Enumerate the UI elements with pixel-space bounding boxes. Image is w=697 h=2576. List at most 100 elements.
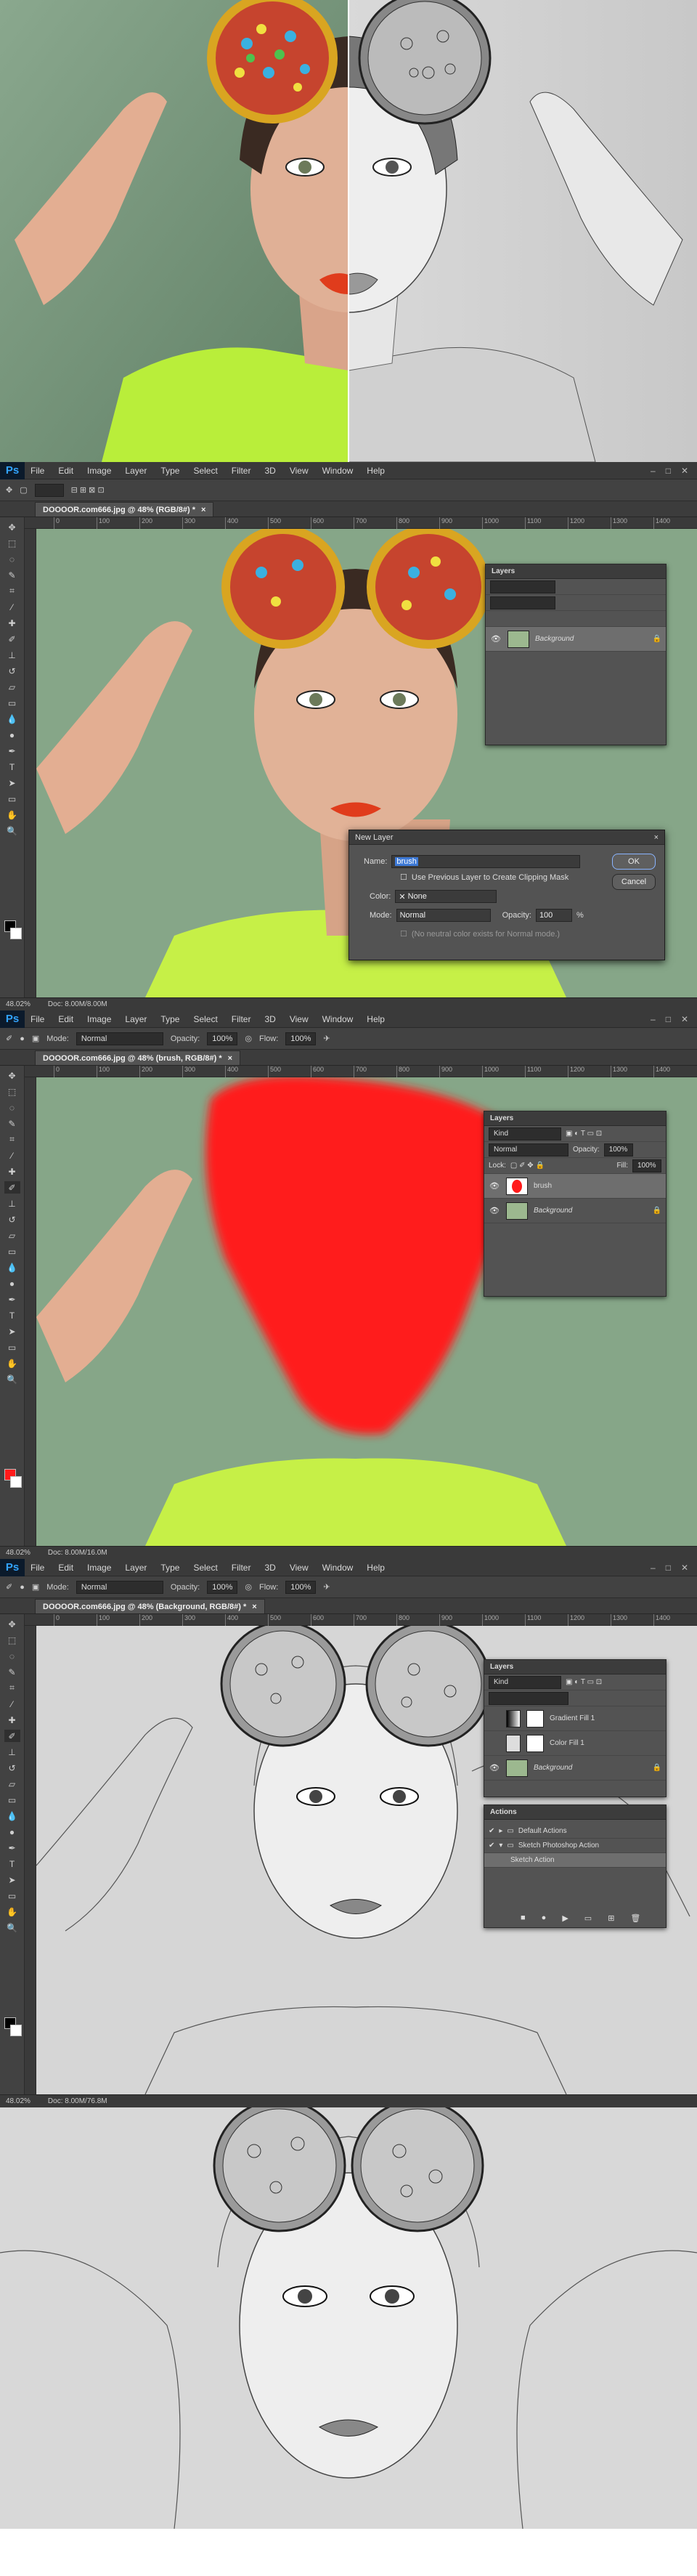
eraser-icon[interactable]: ▱ bbox=[4, 1229, 20, 1242]
eyedropper-icon[interactable]: ⁄ bbox=[4, 1149, 20, 1162]
menu-file[interactable]: File bbox=[30, 466, 44, 476]
zoom-tool-icon[interactable]: 🔍 bbox=[4, 1921, 20, 1934]
layer-row-gradient-fill[interactable]: Gradient Fill 1 bbox=[484, 1706, 666, 1731]
menu-image[interactable]: Image bbox=[87, 1563, 111, 1573]
quick-select-icon[interactable]: ✎ bbox=[4, 569, 20, 581]
blur-icon[interactable]: 💧 bbox=[4, 1810, 20, 1822]
gradient-icon[interactable]: ▭ bbox=[4, 1794, 20, 1806]
pressure-opacity-icon[interactable]: ◎ bbox=[245, 1034, 252, 1043]
menu-type[interactable]: Type bbox=[160, 1563, 179, 1573]
eyedropper-icon[interactable]: ⁄ bbox=[4, 1698, 20, 1710]
action-sketch[interactable]: Sketch Action bbox=[484, 1853, 666, 1868]
opacity-field[interactable]: 100% bbox=[207, 1032, 238, 1045]
flow-field[interactable]: 100% bbox=[285, 1032, 317, 1045]
menu-image[interactable]: Image bbox=[87, 466, 111, 476]
menu-file[interactable]: File bbox=[30, 1563, 44, 1573]
layer-row-background[interactable]: 👁 Background 🔒 bbox=[484, 1756, 666, 1781]
menu-filter[interactable]: Filter bbox=[232, 466, 251, 476]
quick-select-icon[interactable]: ✎ bbox=[4, 1666, 20, 1678]
gradient-icon[interactable]: ▭ bbox=[4, 697, 20, 709]
stop-icon[interactable]: ■ bbox=[521, 1913, 526, 1923]
lasso-tool-icon[interactable]: ◌ bbox=[4, 553, 20, 565]
dodge-icon[interactable]: ● bbox=[4, 1277, 20, 1289]
auto-select-checkbox[interactable]: ▢ bbox=[20, 485, 27, 495]
tab-close-icon[interactable]: × bbox=[228, 1054, 232, 1063]
menu-image[interactable]: Image bbox=[87, 1014, 111, 1024]
hand-tool-icon[interactable]: ✋ bbox=[4, 809, 20, 821]
document-tab[interactable]: DOOOOR.com666.jpg @ 48% (Background, RGB… bbox=[35, 1599, 265, 1613]
crop-tool-icon[interactable]: ⌗ bbox=[4, 1682, 20, 1694]
expand-arrow-icon[interactable]: ▾ bbox=[499, 1842, 502, 1850]
history-brush-icon[interactable]: ↺ bbox=[4, 1762, 20, 1774]
align-icons[interactable]: ⊟ ⊞ ⊠ ⊡ bbox=[71, 485, 105, 495]
delete-icon[interactable]: 🗑 bbox=[630, 1913, 640, 1923]
brush-preset-icon[interactable]: ● bbox=[20, 1583, 25, 1592]
menu-help[interactable]: Help bbox=[367, 466, 385, 476]
background-color[interactable] bbox=[10, 2025, 22, 2036]
quick-select-icon[interactable]: ✎ bbox=[4, 1117, 20, 1130]
brush-panel-icon[interactable]: ▣ bbox=[32, 1034, 39, 1043]
menu-file[interactable]: File bbox=[30, 1014, 44, 1024]
blend-mode-dropdown[interactable] bbox=[490, 596, 555, 609]
menu-view[interactable]: View bbox=[290, 1563, 309, 1573]
background-color[interactable] bbox=[10, 1476, 22, 1488]
menu-help[interactable]: Help bbox=[367, 1563, 385, 1573]
healing-brush-icon[interactable]: ✚ bbox=[4, 617, 20, 629]
menu-type[interactable]: Type bbox=[160, 1014, 179, 1024]
new-action-icon[interactable]: ⊞ bbox=[608, 1913, 614, 1923]
brush-tool-icon[interactable]: ✐ bbox=[4, 1730, 20, 1742]
marquee-tool-icon[interactable]: ⬚ bbox=[4, 537, 20, 549]
action-set-default[interactable]: ✔ ▸ ▭ Default Actions bbox=[484, 1824, 666, 1839]
tab-close-icon[interactable]: × bbox=[201, 506, 205, 514]
history-brush-icon[interactable]: ↺ bbox=[4, 1213, 20, 1226]
pressure-opacity-icon[interactable]: ◎ bbox=[245, 1582, 252, 1592]
type-tool-icon[interactable]: T bbox=[4, 1309, 20, 1321]
check-icon[interactable]: ✔ bbox=[489, 1827, 494, 1835]
brush-tool-icon[interactable]: ✐ bbox=[4, 1181, 20, 1194]
move-tool-icon[interactable]: ✥ bbox=[4, 1618, 20, 1630]
zoom-tool-icon[interactable]: 🔍 bbox=[4, 825, 20, 837]
mode-dropdown[interactable]: Normal bbox=[396, 909, 491, 922]
opacity-field[interactable]: 100% bbox=[603, 1143, 633, 1157]
opacity-field[interactable]: 100% bbox=[207, 1580, 238, 1594]
eraser-icon[interactable]: ▱ bbox=[4, 1778, 20, 1790]
menu-type[interactable]: Type bbox=[160, 466, 179, 476]
brush-tool-icon[interactable]: ✐ bbox=[6, 1034, 12, 1043]
marquee-tool-icon[interactable]: ⬚ bbox=[4, 1634, 20, 1646]
blend-mode-dropdown[interactable]: Normal bbox=[489, 1143, 568, 1157]
cancel-button[interactable]: Cancel bbox=[612, 874, 656, 890]
menu-edit[interactable]: Edit bbox=[58, 1014, 73, 1024]
menu-layer[interactable]: Layer bbox=[125, 466, 147, 476]
move-tool-icon[interactable]: ✥ bbox=[6, 485, 12, 495]
layer-row-background[interactable]: 👁 Background 🔒 bbox=[486, 627, 666, 652]
brush-preset-icon[interactable]: ● bbox=[20, 1034, 25, 1043]
close-icon[interactable]: ✕ bbox=[681, 466, 688, 476]
menu-help[interactable]: Help bbox=[367, 1014, 385, 1024]
mode-dropdown[interactable]: Normal bbox=[76, 1032, 163, 1045]
dodge-icon[interactable]: ● bbox=[4, 729, 20, 741]
maximize-icon[interactable]: □ bbox=[666, 466, 671, 476]
visibility-eye-icon[interactable]: 👁 bbox=[489, 1206, 500, 1215]
dialog-close-icon[interactable]: × bbox=[654, 833, 659, 842]
shape-tool-icon[interactable]: ▭ bbox=[4, 1341, 20, 1353]
visibility-eye-icon[interactable]: 👁 bbox=[489, 1181, 500, 1191]
minimize-icon[interactable]: – bbox=[651, 466, 656, 476]
ok-button[interactable]: OK bbox=[612, 854, 656, 870]
menu-filter[interactable]: Filter bbox=[232, 1563, 251, 1573]
gradient-icon[interactable]: ▭ bbox=[4, 1245, 20, 1257]
menu-3d[interactable]: 3D bbox=[264, 1563, 275, 1573]
clip-checkbox[interactable]: ☐ bbox=[400, 872, 407, 882]
hand-tool-icon[interactable]: ✋ bbox=[4, 1905, 20, 1918]
move-tool-icon[interactable]: ✥ bbox=[4, 1069, 20, 1082]
fill-field[interactable]: 100% bbox=[632, 1159, 661, 1172]
document-tab[interactable]: DOOOOR.com666.jpg @ 48% (brush, RGB/8#) … bbox=[35, 1050, 241, 1065]
maximize-icon[interactable]: □ bbox=[666, 1563, 671, 1573]
menu-view[interactable]: View bbox=[290, 466, 309, 476]
crop-tool-icon[interactable]: ⌗ bbox=[4, 1133, 20, 1146]
menu-view[interactable]: View bbox=[290, 1014, 309, 1024]
minimize-icon[interactable]: – bbox=[651, 1563, 656, 1573]
filter-icons[interactable]: ▣ ◐ T ▭ ⊡ bbox=[566, 1130, 602, 1138]
path-select-icon[interactable]: ➤ bbox=[4, 1874, 20, 1886]
type-tool-icon[interactable]: T bbox=[4, 1858, 20, 1870]
menu-window[interactable]: Window bbox=[322, 466, 354, 476]
